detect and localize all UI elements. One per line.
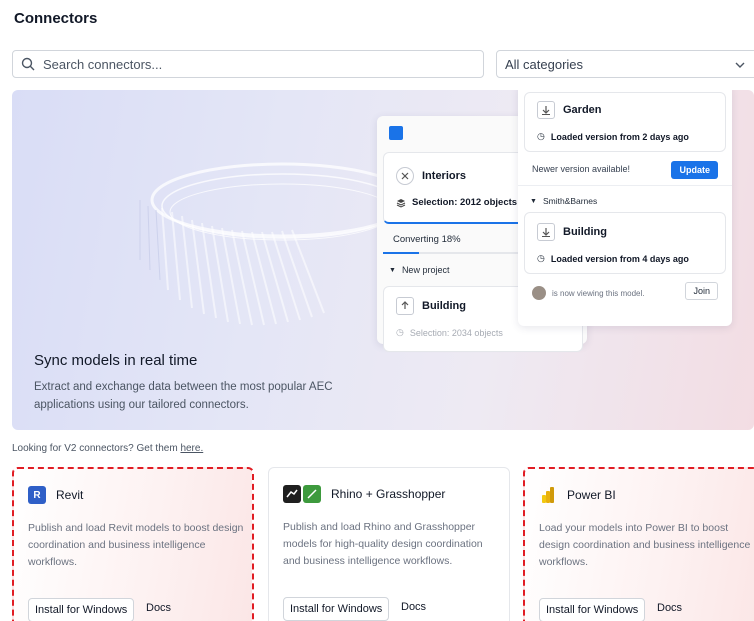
docs-link[interactable]: Docs [657, 602, 682, 614]
model-name: Garden [563, 104, 602, 116]
project-label: New project [401, 265, 450, 275]
docs-link[interactable]: Docs [401, 601, 426, 613]
grasshopper-logo-icon [303, 485, 321, 503]
connector-name: Revit [56, 488, 84, 502]
divider [518, 185, 732, 186]
revit-logo-icon: R [28, 486, 46, 504]
install-button[interactable]: Install for Windows [28, 598, 135, 621]
clock-icon: ◷ [537, 253, 545, 263]
connector-name: Rhino + Grasshopper [331, 487, 446, 501]
connector-name: Power BI [567, 488, 616, 502]
hero-title: Sync models in real time [34, 352, 198, 369]
install-button[interactable]: Install for Windows [283, 597, 390, 621]
layers-icon [396, 198, 406, 208]
connector-panel-preview-2: Garden ◷ Loaded version from 2 days ago … [518, 90, 732, 326]
project-label: Smith&Barnes [542, 196, 598, 206]
search-icon [21, 57, 35, 71]
conversion-status: Converting 18% [393, 234, 461, 245]
model-card-garden: Garden ◷ Loaded version from 2 days ago [524, 92, 726, 152]
page-title: Connectors [14, 10, 98, 27]
v2-notice: Looking for V2 connectors? Get them here… [12, 443, 203, 454]
download-icon [537, 101, 555, 119]
loaded-version: Loaded version from 2 days ago [550, 131, 689, 142]
update-button[interactable]: Update [671, 161, 718, 179]
category-select-value: All categories [505, 56, 584, 72]
v2-link[interactable]: here. [180, 443, 203, 454]
connector-description: Load your models into Power BI to boost … [539, 522, 751, 568]
newer-version-notice: Newer version available! [532, 164, 631, 174]
caret-down-icon: ▼ [389, 266, 396, 274]
model-card-building-2: Building ◷ Loaded version from 4 days ag… [524, 212, 726, 274]
connector-description: Publish and load Revit models to boost d… [28, 522, 244, 568]
download-icon [537, 223, 555, 241]
viewer-status: is now viewing this model. [552, 288, 645, 298]
model-name: Building [422, 300, 466, 312]
hero-description: Extract and exchange data between the mo… [34, 381, 333, 411]
rhino-logo-icon [283, 485, 301, 503]
search-box[interactable] [12, 50, 484, 78]
selection-count: Selection: 2034 objects [409, 327, 503, 338]
avatar [532, 286, 546, 300]
upload-icon [396, 297, 414, 315]
caret-down-icon: ▼ [530, 197, 537, 205]
category-select[interactable]: All categories [496, 50, 754, 78]
install-button[interactable]: Install for Windows [539, 598, 646, 621]
chevron-down-icon [735, 58, 745, 73]
connector-card-revit[interactable]: R Revit Publish and load Revit models to… [12, 467, 254, 621]
clock-icon: ◷ [396, 327, 404, 337]
join-button[interactable]: Join [685, 282, 718, 300]
connector-card-rhino[interactable]: Rhino + Grasshopper Publish and load Rhi… [268, 467, 510, 621]
clock-icon: ◷ [537, 131, 545, 141]
hero-banner: Sync models in real time Extract and exc… [12, 90, 754, 430]
model-name: Building [563, 226, 607, 238]
progress-fill [383, 252, 419, 254]
connector-description: Publish and load Rhino and Grasshopper m… [283, 521, 483, 567]
close-circle-icon [396, 167, 414, 185]
loaded-version: Loaded version from 4 days ago [550, 253, 689, 264]
docs-link[interactable]: Docs [146, 602, 171, 614]
connector-card-powerbi[interactable]: Power BI Load your models into Power BI … [523, 467, 754, 621]
powerbi-logo-icon [539, 486, 557, 504]
selection-count: Selection: 2012 objects [412, 197, 518, 208]
stadium-illustration [139, 162, 412, 326]
v2-notice-text: Looking for V2 connectors? Get them [12, 443, 181, 454]
search-input[interactable] [43, 56, 463, 72]
app-logo [389, 126, 403, 140]
model-name: Interiors [422, 170, 467, 182]
